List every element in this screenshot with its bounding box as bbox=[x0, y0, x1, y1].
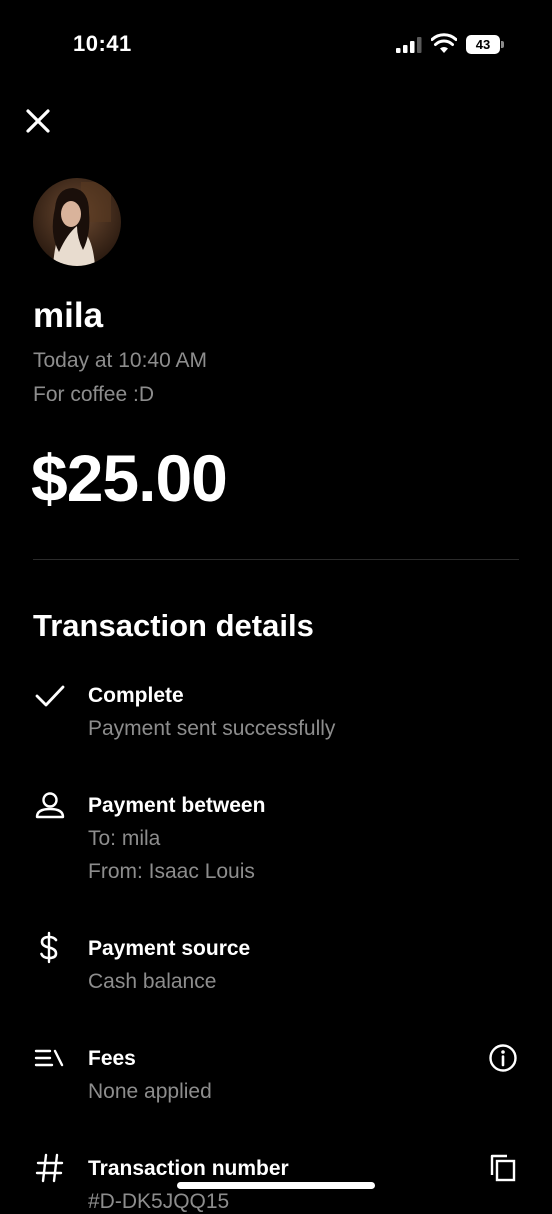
source-subtitle: Cash balance bbox=[88, 970, 217, 993]
status-time: 10:41 bbox=[73, 31, 132, 56]
recipient-name: mila bbox=[33, 296, 104, 335]
source-title: Payment source bbox=[88, 937, 251, 960]
status-title: Complete bbox=[88, 684, 184, 707]
battery-tip bbox=[501, 41, 504, 48]
home-indicator[interactable] bbox=[177, 1182, 375, 1189]
parties-title: Payment between bbox=[88, 794, 266, 817]
dollar-icon bbox=[40, 931, 58, 964]
close-button[interactable] bbox=[20, 103, 56, 139]
fees-icon bbox=[34, 1049, 64, 1067]
wifi-icon bbox=[431, 33, 457, 53]
fees-title: Fees bbox=[88, 1047, 136, 1070]
number-subtitle: #D-DK5JQQ15 bbox=[88, 1190, 230, 1213]
signal-icon bbox=[396, 37, 422, 53]
close-icon bbox=[26, 109, 50, 133]
transaction-amount: $25.00 bbox=[31, 441, 228, 515]
person-icon bbox=[35, 792, 65, 819]
avatar[interactable] bbox=[33, 178, 121, 266]
fees-info-button[interactable] bbox=[486, 1041, 520, 1075]
copy-transaction-number-button[interactable] bbox=[486, 1151, 520, 1185]
parties-from: From: Isaac Louis bbox=[88, 860, 255, 883]
fees-subtitle: None applied bbox=[88, 1080, 212, 1103]
transaction-timestamp: Today at 10:40 AM bbox=[33, 349, 207, 372]
battery-level: 43 bbox=[466, 35, 500, 54]
checkmark-icon bbox=[35, 685, 65, 707]
battery-icon: 43 bbox=[466, 35, 504, 54]
avatar-image bbox=[33, 178, 121, 266]
transaction-note: For coffee :D bbox=[33, 383, 154, 406]
copy-icon bbox=[490, 1154, 516, 1182]
status-subtitle: Payment sent successfully bbox=[88, 717, 336, 740]
status-bar: 10:41 43 bbox=[0, 0, 552, 90]
parties-to: To: mila bbox=[88, 827, 161, 850]
divider bbox=[33, 559, 519, 560]
hash-icon bbox=[35, 1153, 64, 1183]
number-title: Transaction number bbox=[88, 1157, 289, 1180]
info-icon bbox=[489, 1044, 517, 1072]
section-title: Transaction details bbox=[33, 608, 314, 643]
